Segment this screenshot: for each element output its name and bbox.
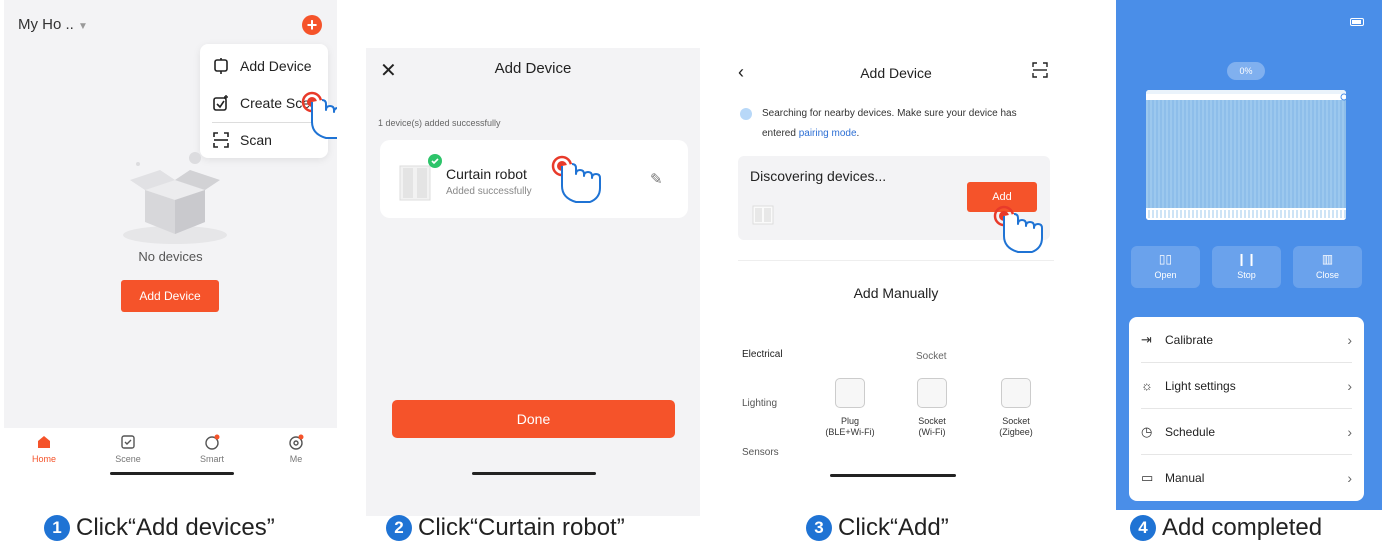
step-caption-3: 3 Click“Add” [806, 514, 949, 542]
calibrate-icon: ⇥ [1141, 331, 1152, 347]
tap-hand-icon [301, 91, 337, 139]
chevron-right-icon: › [1347, 470, 1352, 486]
stop-button[interactable]: ❙❙ Stop [1212, 246, 1281, 288]
added-count-text: 1 device(s) added successfully [378, 118, 501, 128]
edit-icon[interactable]: ✎ [650, 170, 663, 188]
step-number: 3 [806, 515, 832, 541]
step-text: Add completed [1162, 514, 1323, 541]
tab-me[interactable]: Me [266, 434, 326, 464]
step-caption-4: 4 Add completed [1130, 514, 1322, 542]
done-button[interactable]: Done [392, 400, 675, 438]
curtain-control-screen: 0% ▯▯ Open ❙❙ Stop ▥ Close ⇥ Calibrate ›… [1116, 0, 1382, 510]
close-button[interactable]: ▥ Close [1293, 246, 1362, 288]
curtain-close-icon: ▥ [1321, 252, 1334, 266]
tab-home[interactable]: Home [14, 434, 74, 464]
light-icon: ☼ [1141, 378, 1153, 393]
category-sensors[interactable]: Sensors [742, 447, 779, 458]
device-status: Added successfully [446, 186, 532, 197]
category-electrical[interactable]: Electrical [742, 349, 783, 360]
step-caption-1: 1 Click“Add devices” [44, 514, 275, 542]
curtain-robot-icon [399, 165, 431, 201]
profile-icon [289, 434, 304, 450]
chevron-right-icon: › [1347, 377, 1352, 394]
settings-row-schedule[interactable]: ◷ Schedule › [1141, 409, 1352, 455]
tab-scene[interactable]: Scene [98, 434, 158, 464]
settings-list: ⇥ Calibrate › ☼ Light settings › ◷ Sched… [1129, 317, 1364, 501]
discovering-text: Discovering devices... [750, 168, 887, 184]
empty-box-illustration [123, 152, 227, 244]
scene-tab-icon [121, 435, 135, 449]
step-text: Click“Curtain robot” [418, 514, 625, 541]
discover-devices-screen: ‹ Add Device Searching for nearby device… [720, 48, 1072, 538]
settings-row-light[interactable]: ☼ Light settings › [1141, 363, 1352, 409]
category-lighting[interactable]: Lighting [742, 398, 777, 409]
home-indicator [830, 474, 956, 477]
add-device-button[interactable]: Add Device [121, 280, 219, 312]
screen-title: Add Device [860, 65, 932, 81]
device-icon [214, 58, 228, 74]
curtain-robot-icon [752, 205, 774, 225]
scene-icon [213, 95, 228, 111]
home-indicator [110, 472, 234, 475]
device-type-socket-wifi[interactable]: Socket (Wi-Fi) [894, 378, 970, 438]
scan-icon[interactable] [1032, 62, 1048, 78]
clock-icon: ◷ [1141, 423, 1153, 439]
open-percentage: 0% [1227, 62, 1265, 80]
plug-icon [917, 378, 947, 408]
add-manually-heading: Add Manually [853, 285, 939, 301]
step-number: 1 [44, 515, 70, 541]
chevron-right-icon: › [1347, 423, 1352, 440]
search-hint: Searching for nearby devices. Make sure … [762, 108, 1017, 139]
pairing-mode-link[interactable]: pairing mode [799, 128, 857, 139]
menu-item-add-device[interactable]: Add Device [212, 48, 312, 84]
tap-hand-icon [551, 155, 601, 203]
smart-icon [205, 434, 220, 450]
section-divider [738, 260, 1054, 261]
pause-icon: ❙❙ [1236, 252, 1257, 266]
step-caption-2: 2 Click“Curtain robot” [386, 514, 625, 542]
add-plus-button[interactable]: + [302, 15, 322, 35]
device-card[interactable]: Curtain robot Added successfully ✎ [380, 140, 688, 218]
add-device-result-screen: ✕ Add Device 1 device(s) added successfu… [366, 48, 700, 516]
home-selector[interactable]: My Ho .. ▼ [18, 16, 88, 33]
battery-icon [1350, 18, 1364, 26]
open-button[interactable]: ▯▯ Open [1131, 246, 1200, 288]
check-icon [428, 154, 442, 168]
curtain-illustration [1146, 90, 1346, 220]
empty-state-text: No devices [138, 249, 203, 264]
chevron-right-icon: › [1347, 331, 1352, 348]
screen-title: Add Device [494, 60, 572, 77]
settings-row-manual[interactable]: ▭ Manual › [1141, 455, 1352, 501]
plug-icon [1001, 378, 1031, 408]
device-type-socket-zigbee[interactable]: Socket (Zigbee) [978, 378, 1054, 438]
home-icon [38, 436, 50, 448]
step-number: 2 [386, 515, 412, 541]
chevron-down-icon: ▼ [78, 21, 88, 32]
manual-icon: ▭ [1141, 470, 1154, 485]
home-screen: My Ho .. ▼ + Add Device Create Scene Sca… [4, 0, 337, 480]
step-text: Click“Add” [838, 514, 949, 541]
tab-smart[interactable]: Smart [182, 434, 242, 464]
home-indicator [472, 472, 596, 475]
socket-heading: Socket [916, 351, 947, 362]
device-name: Curtain robot [446, 166, 527, 182]
searching-indicator [740, 108, 752, 120]
device-type-plug-ble-wifi[interactable]: Plug (BLE+Wi-Fi) [812, 378, 888, 438]
curtain-open-icon: ▯▯ [1158, 252, 1173, 266]
step-number: 4 [1130, 515, 1156, 541]
settings-row-calibrate[interactable]: ⇥ Calibrate › [1141, 317, 1352, 363]
tap-hand-icon [993, 205, 1043, 253]
step-text: Click“Add devices” [76, 514, 275, 541]
scan-icon [213, 132, 229, 148]
plug-icon [835, 378, 865, 408]
